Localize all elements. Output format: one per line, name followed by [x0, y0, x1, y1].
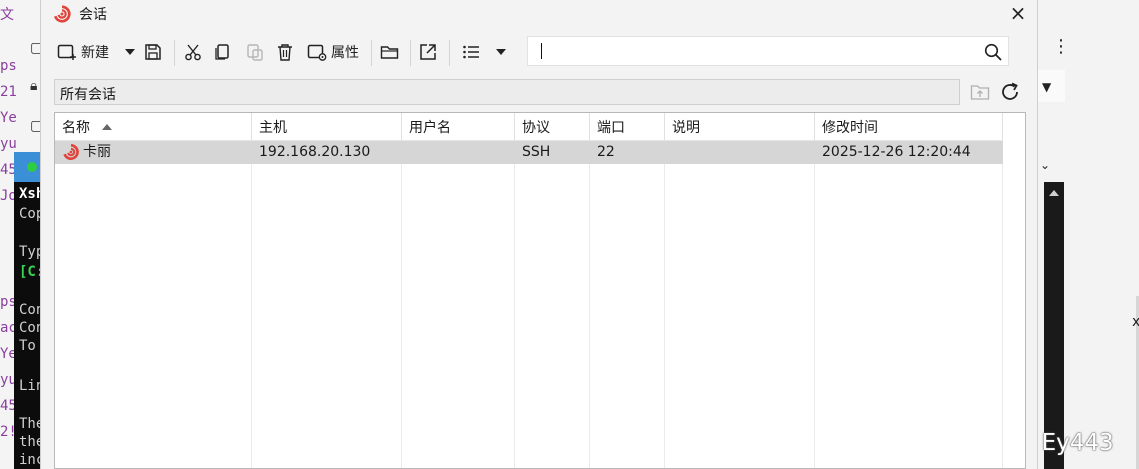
- new-session-dropdown[interactable]: [125, 36, 135, 68]
- column-header-label: 端口: [597, 119, 625, 136]
- dialog-title: 会话: [79, 7, 107, 23]
- bg-window-icon: ▢: [30, 118, 40, 134]
- folder-path-bar[interactable]: 所有会话: [54, 79, 960, 105]
- cut-button[interactable]: [184, 36, 202, 68]
- toolbar-separator: [371, 40, 372, 66]
- properties-button[interactable]: 属性: [307, 36, 359, 68]
- session-port: 22: [597, 144, 615, 160]
- more-options-icon[interactable]: ⋮: [1052, 36, 1070, 57]
- toolbar-separator: [449, 40, 450, 66]
- toolbar-separator: [174, 40, 175, 66]
- open-folder-button[interactable]: [380, 36, 400, 68]
- session-modified: 2025-12-26 12:20:44: [822, 144, 971, 160]
- scissors-icon: [185, 44, 201, 61]
- session-host: 192.168.20.130: [259, 144, 371, 160]
- column-divider: [251, 113, 252, 468]
- column-header-username[interactable]: 用户名: [402, 113, 515, 140]
- trash-icon: [278, 44, 292, 61]
- dialog-titlebar[interactable]: 会话 ×: [41, 0, 1037, 26]
- column-header-label: 主机: [259, 119, 287, 136]
- scroll-up-icon[interactable]: [1049, 190, 1059, 196]
- text-caret: [541, 43, 542, 59]
- chevron-down-icon[interactable]: ⌄: [1040, 158, 1050, 172]
- bg-text: ps: [0, 58, 17, 74]
- copy-icon: [215, 44, 229, 60]
- column-header-host[interactable]: 主机: [252, 113, 402, 140]
- session-protocol: SSH: [522, 144, 551, 160]
- column-divider: [514, 113, 515, 468]
- table-row[interactable]: 卡丽 192.168.20.130 SSH 22 2025-12-26 12:2…: [55, 141, 1003, 164]
- search-icon[interactable]: [984, 43, 1002, 61]
- column-divider: [589, 113, 590, 468]
- new-session-button[interactable]: 新建: [57, 36, 109, 68]
- column-header-label: 修改时间: [822, 119, 878, 136]
- background-window-right: ⋮ ▼ ⌄ x: [1036, 0, 1139, 469]
- chevron-down-icon[interactable]: ▼: [1042, 80, 1051, 94]
- folder-path: 所有会话: [60, 87, 116, 103]
- session-user: [402, 141, 409, 164]
- column-divider: [814, 113, 815, 468]
- session-list[interactable]: 名称 主机 用户名 协议 端口 说明 修改时间 卡丽 192.168.20.13…: [54, 112, 1026, 469]
- session-name: 卡丽: [83, 144, 111, 160]
- export-icon: [420, 44, 436, 60]
- bg-lock-icon: 🔒︎: [30, 78, 38, 94]
- column-header-label: 说明: [672, 119, 700, 136]
- save-button[interactable]: [144, 36, 162, 68]
- sort-ascending-icon: [102, 123, 112, 130]
- column-header-modified[interactable]: 修改时间: [815, 113, 1003, 140]
- export-button[interactable]: [419, 36, 437, 68]
- sessions-dialog: 会话 × 新建 属性 所有会话 名称 主机 用户名 协议 端口 说明 修改时间 …: [40, 0, 1038, 469]
- view-mode-button[interactable]: [462, 36, 480, 68]
- folder-open-icon: [380, 46, 399, 59]
- column-divider: [664, 113, 665, 468]
- delete-button[interactable]: [277, 36, 293, 68]
- bg-close-icon[interactable]: x: [1132, 314, 1139, 330]
- caret-down-icon: [496, 49, 506, 55]
- new-session-icon: [57, 44, 76, 60]
- paste-button[interactable]: [246, 36, 264, 68]
- xshell-logo-icon: [53, 5, 71, 23]
- column-divider: [401, 113, 402, 468]
- new-session-label: 新建: [81, 45, 109, 61]
- terminal-line: To: [19, 338, 36, 354]
- column-header-name[interactable]: 名称: [55, 113, 252, 140]
- refresh-icon[interactable]: [999, 81, 1021, 103]
- paste-icon: [247, 44, 263, 61]
- caret-down-icon: [125, 49, 135, 55]
- column-header-label: 名称: [62, 119, 90, 136]
- column-header-protocol[interactable]: 协议: [515, 113, 590, 140]
- search-input[interactable]: [548, 41, 972, 63]
- session-description: [665, 141, 672, 164]
- bg-text: Ye: [0, 110, 17, 126]
- column-header-port[interactable]: 端口: [590, 113, 665, 140]
- bg-window-icon: ▢: [30, 40, 40, 56]
- toolbar-separator: [410, 40, 411, 66]
- connected-status-icon: [27, 162, 37, 172]
- list-view-icon: [463, 45, 479, 59]
- column-header-description[interactable]: 说明: [665, 113, 815, 140]
- view-mode-dropdown[interactable]: [496, 36, 506, 68]
- bg-text: yu: [0, 136, 17, 152]
- bg-text: 21: [0, 84, 17, 100]
- up-folder-icon[interactable]: [970, 82, 990, 102]
- column-divider: [1002, 113, 1003, 468]
- column-header-label: 用户名: [409, 119, 451, 136]
- properties-label: 属性: [331, 45, 359, 61]
- close-button[interactable]: ×: [1003, 0, 1033, 26]
- bg-menu-text: 文: [0, 7, 14, 23]
- save-icon: [145, 44, 161, 60]
- properties-icon: [307, 44, 327, 61]
- search-box[interactable]: [527, 36, 1009, 66]
- copy-button[interactable]: [214, 36, 232, 68]
- column-header-label: 协议: [522, 119, 550, 136]
